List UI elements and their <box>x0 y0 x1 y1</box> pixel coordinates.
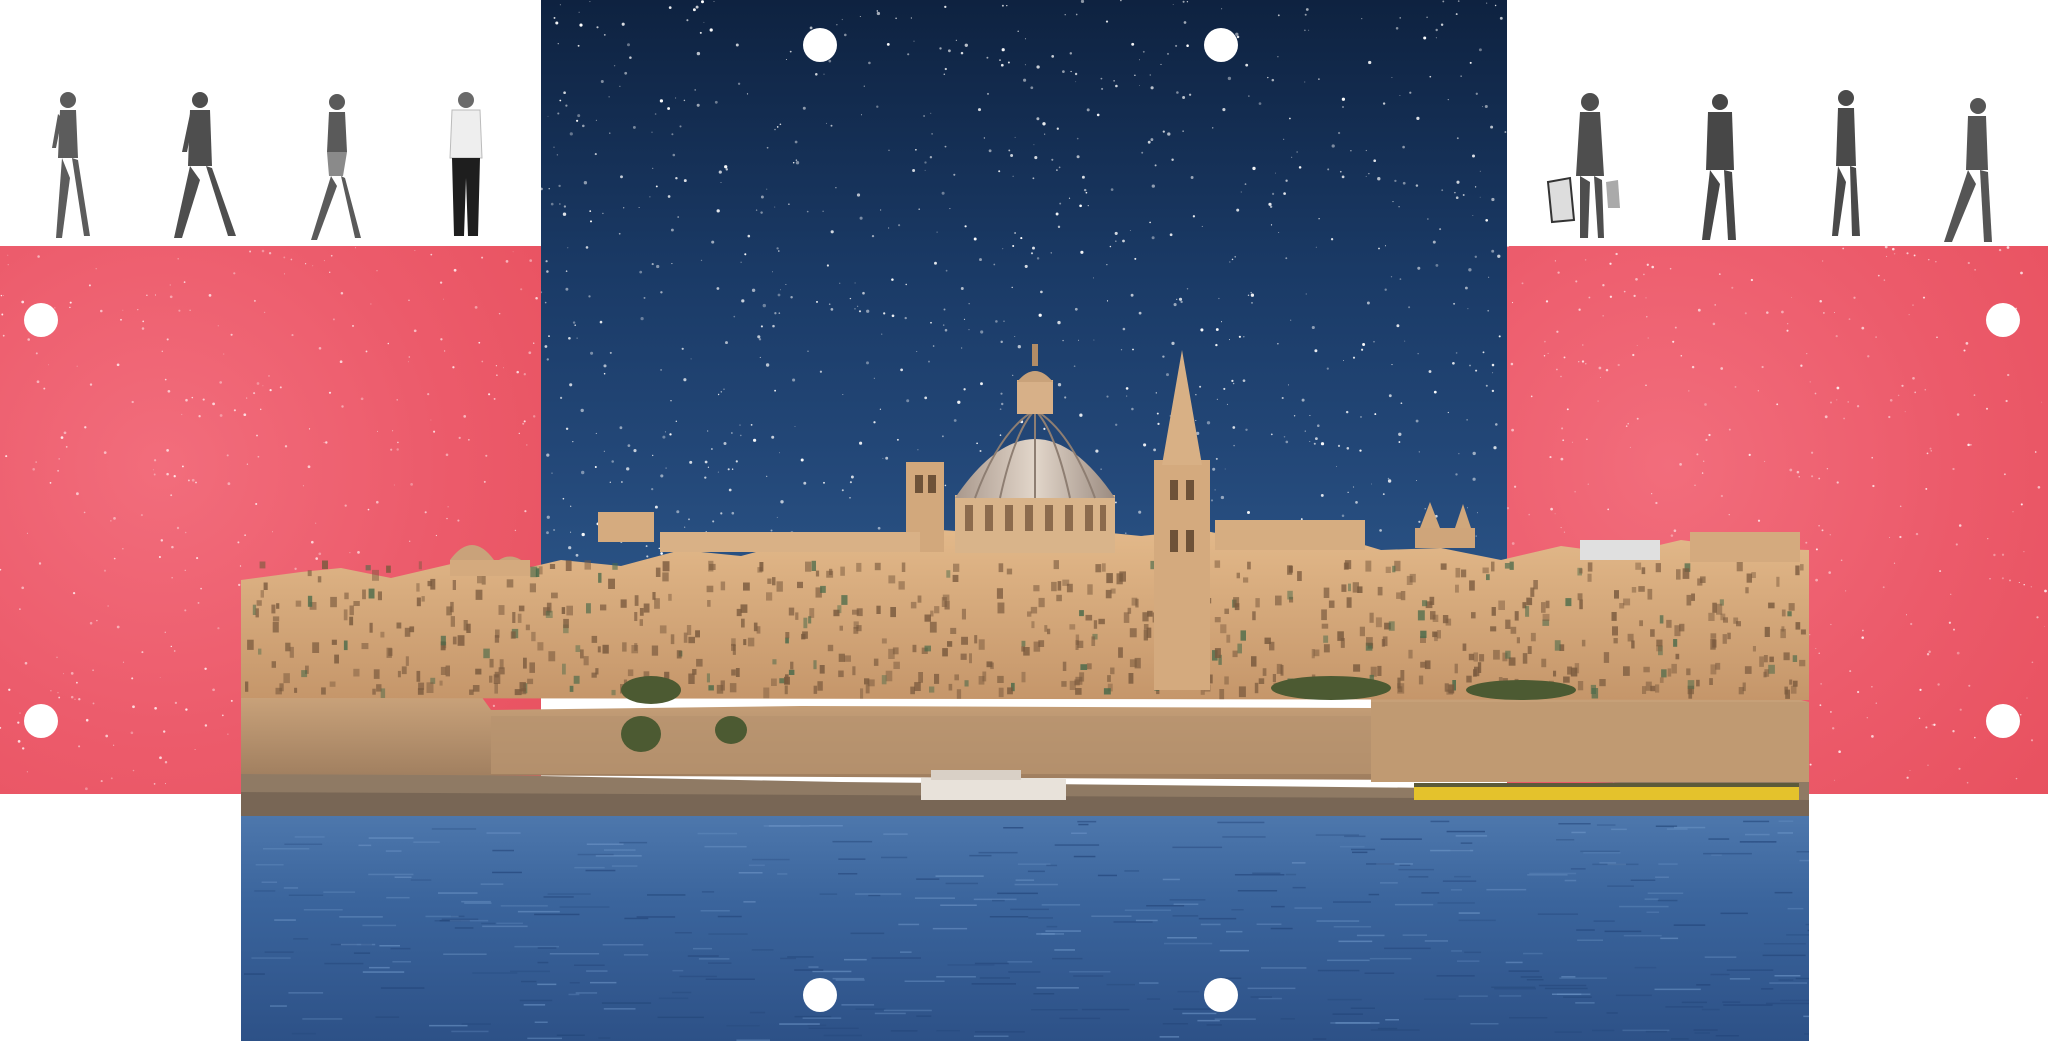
punch-hole <box>1204 978 1238 1012</box>
punch-hole <box>24 704 58 738</box>
punch-hole <box>24 303 58 337</box>
punch-hole <box>1204 28 1238 62</box>
punch-hole <box>1986 303 2020 337</box>
woman-with-shopping-bags-icon <box>1546 93 1620 238</box>
punch-hole <box>1986 704 2020 738</box>
walking-woman-icon <box>52 92 90 238</box>
walking-woman-icon <box>1832 90 1860 236</box>
walking-man-icon <box>1702 94 1736 240</box>
walking-woman-icon <box>311 94 361 240</box>
church-spire-tower <box>1154 460 1210 690</box>
standing-man-icon <box>449 92 483 236</box>
collage-canvas <box>0 0 2048 1041</box>
walking-man-icon <box>174 92 236 238</box>
church-spire <box>1162 350 1202 465</box>
punch-hole <box>803 28 837 62</box>
walking-man-icon <box>1944 98 1992 242</box>
dome-lantern <box>1017 380 1053 414</box>
punch-hole <box>803 978 837 1012</box>
